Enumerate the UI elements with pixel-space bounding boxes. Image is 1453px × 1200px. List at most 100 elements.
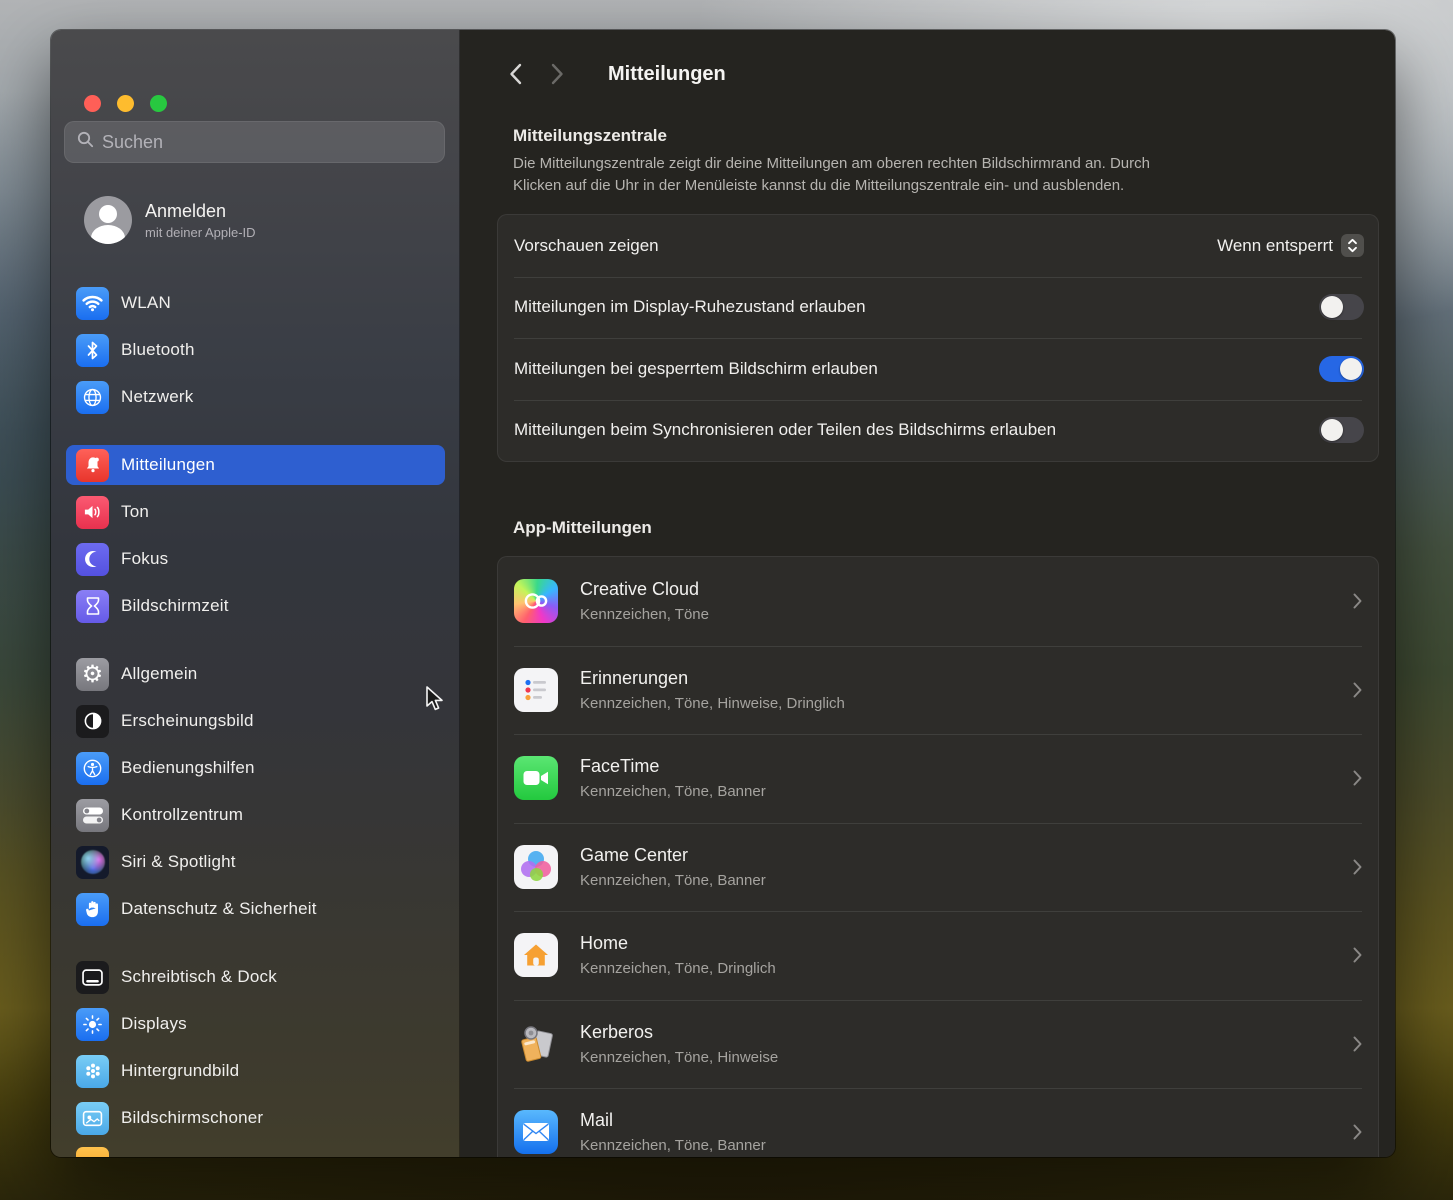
sidebar-item-label: Kontrollzentrum [121, 805, 243, 825]
system-settings-window: Anmelden mit deiner Apple-ID WLAN Blueto… [51, 30, 1395, 1157]
mouse-cursor [424, 686, 448, 712]
sidebar-item-bildschirmzeit[interactable]: Bildschirmzeit [66, 586, 445, 626]
app-name: FaceTime [580, 756, 1353, 777]
desktop-icon [76, 961, 109, 994]
creative-cloud-icon [514, 579, 558, 623]
content-pane: Mitteilungen Mitteilungszentrale Die Mit… [460, 30, 1395, 1157]
sidebar-item-label: Bildschirmschoner [121, 1108, 263, 1128]
toggle-display-sleep[interactable] [1319, 294, 1364, 320]
stepper-icon [1341, 234, 1364, 257]
facetime-icon [514, 756, 558, 800]
gear-icon: ⚙ [76, 658, 109, 691]
app-row-facetime[interactable]: FaceTime Kennzeichen, Töne, Banner [498, 734, 1378, 823]
sidebar-item-mitteilungen[interactable]: Mitteilungen [66, 445, 445, 485]
window-controls [84, 95, 167, 112]
siri-icon [76, 846, 109, 879]
chevron-right-icon [1353, 682, 1362, 698]
back-button[interactable] [509, 63, 522, 85]
sidebar-item-label: Netzwerk [121, 387, 193, 407]
partial-app-icon[interactable] [76, 1147, 109, 1157]
chevron-right-icon [1353, 770, 1362, 786]
row-label: Mitteilungen im Display-Ruhezustand erla… [514, 297, 866, 317]
sidebar-item-bluetooth[interactable]: Bluetooth [66, 330, 445, 370]
forward-button[interactable] [551, 63, 564, 85]
toggles-icon [76, 799, 109, 832]
show-previews-select[interactable]: Wenn entsperrt [1217, 234, 1364, 257]
app-name: Mail [580, 1110, 1353, 1131]
search-icon [77, 131, 94, 153]
app-row-home[interactable]: Home Kennzeichen, Töne, Dringlich [498, 911, 1378, 1000]
app-name: Home [580, 933, 1353, 954]
account-subtitle: mit deiner Apple-ID [145, 225, 256, 240]
zoom-button[interactable] [150, 95, 167, 112]
sidebar-item-datenschutz[interactable]: Datenschutz & Sicherheit [66, 889, 445, 929]
app-detail: Kennzeichen, Töne, Banner [580, 1137, 1353, 1154]
toggle-lock-screen[interactable] [1319, 356, 1364, 382]
sidebar-item-label: Erscheinungsbild [121, 711, 254, 731]
row-label: Vorschauen zeigen [514, 236, 659, 256]
sidebar-item-siri-spotlight[interactable]: Siri & Spotlight [66, 842, 445, 882]
toggle-screen-sharing[interactable] [1319, 417, 1364, 443]
reminders-icon [514, 668, 558, 712]
sidebar-nav: WLAN Bluetooth Netzwerk Mitteil [66, 283, 445, 1145]
row-gesperrter-bildschirm: Mitteilungen bei gesperrtem Bildschirm e… [498, 338, 1378, 400]
hourglass-icon [76, 590, 109, 623]
section-title-mitteilungszentrale: Mitteilungszentrale [513, 126, 1379, 146]
row-label: Mitteilungen bei gesperrtem Bildschirm e… [514, 359, 878, 379]
sidebar-item-label: Ton [121, 502, 149, 522]
account-title: Anmelden [145, 201, 256, 222]
chevron-right-icon [1353, 1036, 1362, 1052]
row-synchronisieren-teilen: Mitteilungen beim Synchronisieren oder T… [498, 400, 1378, 462]
sidebar-item-apple-id[interactable]: Anmelden mit deiner Apple-ID [66, 194, 445, 246]
section-description: Die Mitteilungszentrale zeigt dir deine … [513, 153, 1379, 197]
sidebar-item-label: Displays [121, 1014, 187, 1034]
sidebar-item-displays[interactable]: Displays [66, 1004, 445, 1044]
search-input[interactable] [102, 132, 432, 153]
sidebar-item-bildschirmschoner[interactable]: Bildschirmschoner [66, 1098, 445, 1138]
app-row-erinnerungen[interactable]: Erinnerungen Kennzeichen, Töne, Hinweise… [498, 646, 1378, 735]
content-header: Mitteilungen [497, 60, 1379, 88]
close-button[interactable] [84, 95, 101, 112]
app-detail: Kennzeichen, Töne, Hinweise [580, 1049, 1353, 1066]
sidebar-item-label: Bildschirmzeit [121, 596, 229, 616]
app-row-game-center[interactable]: Game Center Kennzeichen, Töne, Banner [498, 823, 1378, 912]
sidebar-item-label: Allgemein [121, 664, 197, 684]
notification-center-settings-group: Vorschauen zeigen Wenn entsperrt Mitteil… [497, 214, 1379, 462]
game-center-icon [514, 845, 558, 889]
page-title: Mitteilungen [608, 63, 726, 86]
kerberos-icon [514, 1022, 558, 1066]
sidebar-item-hintergrundbild[interactable]: Hintergrundbild [66, 1051, 445, 1091]
row-label: Mitteilungen beim Synchronisieren oder T… [514, 420, 1056, 440]
app-name: Kerberos [580, 1022, 1353, 1043]
app-row-creative-cloud[interactable]: Creative Cloud Kennzeichen, Töne [498, 557, 1378, 646]
sidebar-item-schreibtisch-dock[interactable]: Schreibtisch & Dock [66, 957, 445, 997]
globe-icon [76, 381, 109, 414]
app-notifications-group: Creative Cloud Kennzeichen, Töne Erinner… [497, 556, 1379, 1157]
app-row-kerberos[interactable]: Kerberos Kennzeichen, Töne, Hinweise [498, 1000, 1378, 1089]
row-vorschauen-zeigen: Vorschauen zeigen Wenn entsperrt [498, 215, 1378, 277]
sidebar-item-kontrollzentrum[interactable]: Kontrollzentrum [66, 795, 445, 835]
sidebar-item-label: Datenschutz & Sicherheit [121, 899, 317, 919]
moon-icon [76, 543, 109, 576]
chevron-right-icon [1353, 593, 1362, 609]
home-icon [514, 933, 558, 977]
sidebar-item-fokus[interactable]: Fokus [66, 539, 445, 579]
app-row-mail[interactable]: Mail Kennzeichen, Töne, Banner [498, 1088, 1378, 1157]
sidebar-item-label: Hintergrundbild [121, 1061, 239, 1081]
app-detail: Kennzeichen, Töne, Hinweise, Dringlich [580, 695, 1353, 712]
chevron-right-icon [1353, 1124, 1362, 1140]
minimize-button[interactable] [117, 95, 134, 112]
sun-icon [76, 1008, 109, 1041]
flower-icon [76, 1055, 109, 1088]
row-display-ruhezustand: Mitteilungen im Display-Ruhezustand erla… [498, 277, 1378, 339]
sidebar-item-wlan[interactable]: WLAN [66, 283, 445, 323]
sidebar-item-label: Bluetooth [121, 340, 195, 360]
speaker-icon [76, 496, 109, 529]
sidebar-item-netzwerk[interactable]: Netzwerk [66, 377, 445, 417]
search-field[interactable] [64, 121, 445, 163]
sidebar-item-ton[interactable]: Ton [66, 492, 445, 532]
sidebar-item-bedienungshilfen[interactable]: Bedienungshilfen [66, 748, 445, 788]
sidebar-item-allgemein[interactable]: ⚙ Allgemein [66, 654, 445, 694]
sidebar-item-erscheinungsbild[interactable]: Erscheinungsbild [66, 701, 445, 741]
sidebar-item-label: Fokus [121, 549, 168, 569]
